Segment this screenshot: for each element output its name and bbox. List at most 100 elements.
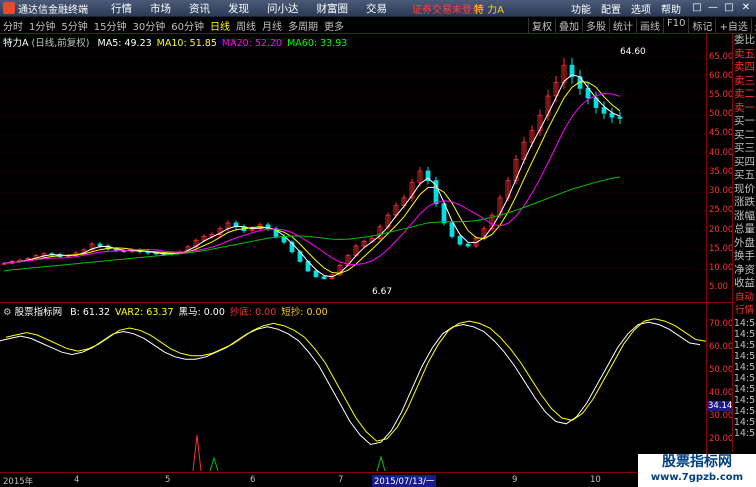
side-panel-label[interactable]: 现价 xyxy=(733,183,756,197)
menu-function[interactable]: 功能 xyxy=(566,1,596,16)
period-30min[interactable]: 30分钟 xyxy=(129,18,168,33)
indicator-info-line: ⚙ 股票指标网 B: 61.32 VAR2: 63.37 黑马: 0.00 抄底: 0… xyxy=(3,304,328,318)
side-panel-label[interactable]: 净资 xyxy=(733,264,756,278)
side-panel-label[interactable]: 收益 xyxy=(733,277,756,291)
side-panel-label[interactable]: 卖一 xyxy=(733,102,756,116)
date-label: 2015/07/13/一 xyxy=(372,475,437,487)
price-axis-label: 65.00 xyxy=(709,51,734,62)
period-multi[interactable]: 多周期 xyxy=(285,18,321,33)
menu-market-quotes[interactable]: 行情 xyxy=(102,1,141,16)
side-panel-label[interactable]: 买四 xyxy=(733,156,756,170)
side-panel-time: 14:5 xyxy=(733,427,756,439)
low-price-label: 6.67 xyxy=(372,287,392,297)
restore-icon[interactable]: □ xyxy=(690,2,704,14)
login-status[interactable]: 证券交易未登录 xyxy=(412,1,482,16)
tool-adjust[interactable]: 复权 xyxy=(528,17,555,33)
period-60min[interactable]: 60分钟 xyxy=(168,18,207,33)
quote-side-panel: 委比 卖五 卖四 卖三 卖二 卖一 买一 买二 买三 买四 买五 现价 涨跌 涨幅 总量 外盘 换手 净资 收益 自动… xyxy=(732,34,756,452)
period-15min[interactable]: 15分钟 xyxy=(91,18,130,33)
period-daily[interactable]: 日线 xyxy=(207,18,233,33)
candle xyxy=(457,235,463,245)
kline-chart[interactable]: 特力A (日线,前复权) MA5: 49.23 MA10: 51.85 MA20: … xyxy=(0,34,706,302)
app-logo-icon xyxy=(3,2,15,14)
tool-draw[interactable]: 画线 xyxy=(636,17,663,33)
side-panel-label[interactable]: 卖二 xyxy=(733,88,756,102)
date-axis: 2015年 4 5 6 7 2015/07/13/一 9 10 xyxy=(0,472,706,487)
menu-options[interactable]: 选项 xyxy=(626,1,656,16)
price-axis-label: 20.00 xyxy=(709,224,734,235)
price-axis-label: 40.00 xyxy=(709,147,734,158)
date-label: 9 xyxy=(512,475,518,485)
side-panel-label[interactable]: 买五 xyxy=(733,169,756,183)
period-monthly[interactable]: 月线 xyxy=(259,18,285,33)
period-1min[interactable]: 1分钟 xyxy=(26,18,58,33)
indicator-axis: 70.0060.0050.0040.0030.0020.0010.0034.14 xyxy=(706,302,734,472)
tool-back[interactable]: 返回 xyxy=(750,17,756,33)
ma-value-ma5: MA5: 49.23 xyxy=(97,38,152,49)
menu-ask[interactable]: 问小达 xyxy=(258,1,308,16)
tool-f10[interactable]: F10 xyxy=(663,17,688,33)
indicator-svg xyxy=(0,318,707,472)
chart-tools: 复权 叠加 多股 统计 画线 F10 标记 +自选 返回 xyxy=(528,17,756,33)
indicator-chart[interactable]: ⚙ 股票指标网 B: 61.32 VAR2: 63.37 黑马: 0.00 抄底: 0… xyxy=(0,302,707,472)
side-panel-time: 14:5 xyxy=(733,361,756,373)
price-axis-label: 30.00 xyxy=(709,186,734,197)
side-panel-label[interactable]: 卖三 xyxy=(733,75,756,89)
menu-market[interactable]: 市场 xyxy=(141,1,180,16)
side-panel-label[interactable]: 委比 xyxy=(733,34,756,48)
tool-add-watchlist[interactable]: +自选 xyxy=(715,17,750,33)
side-panel-time: 行情 xyxy=(734,305,754,316)
indicator-axis-label: 50.00 xyxy=(709,364,734,375)
tool-stats[interactable]: 统计 xyxy=(609,17,636,33)
indicator-name[interactable]: 股票指标网 xyxy=(15,307,63,318)
stock-label: 特力A xyxy=(3,38,29,49)
menu-discover[interactable]: 发现 xyxy=(219,1,258,16)
side-panel-label[interactable]: 涨幅 xyxy=(733,210,756,224)
side-panel-label[interactable]: 涨跌 xyxy=(733,196,756,210)
side-panel-label[interactable]: 买二 xyxy=(733,129,756,143)
kline-svg: 64.60 6.67 xyxy=(0,47,706,297)
high-price-label: 64.60 xyxy=(620,47,646,57)
menu-help[interactable]: 帮助 xyxy=(656,1,686,16)
close-icon[interactable]: ✕ xyxy=(739,2,753,14)
maximize-icon[interactable]: □ xyxy=(722,2,736,14)
side-panel-label[interactable]: 卖四 xyxy=(733,61,756,75)
period-5min[interactable]: 5分钟 xyxy=(58,18,90,33)
tool-overlay[interactable]: 叠加 xyxy=(555,17,582,33)
candle xyxy=(601,107,607,114)
side-panel-time: 14:5 xyxy=(733,394,756,406)
watermark-title: 股票指标网 xyxy=(662,454,732,470)
menu-news[interactable]: 资讯 xyxy=(180,1,219,16)
side-panel-time: 14:5 xyxy=(733,328,756,340)
menu-config[interactable]: 配置 xyxy=(596,1,626,16)
menu-wealth[interactable]: 财富圈 xyxy=(308,1,358,16)
period-weekly[interactable]: 周线 xyxy=(233,18,259,33)
side-panel-label[interactable]: 总量 xyxy=(733,223,756,237)
indicator-b-line xyxy=(0,321,701,446)
price-axis-label: 5.00 xyxy=(709,282,728,293)
side-panel-label[interactable]: 卖五 xyxy=(733,48,756,62)
ma-info-line: 特力A (日线,前复权) MA5: 49.23 MA10: 51.85 MA20: … xyxy=(3,35,347,49)
side-panel-label[interactable]: 买三 xyxy=(733,142,756,156)
period-more[interactable]: 更多 xyxy=(321,18,347,33)
indicator-var2-line xyxy=(5,318,707,442)
side-panel-time: 14:5 xyxy=(733,416,756,428)
period-intraday[interactable]: 分时 xyxy=(0,18,26,33)
ma-value-ma20: MA20: 52.20 xyxy=(221,38,283,49)
menu-trade[interactable]: 交易 xyxy=(357,1,396,16)
date-label: 7 xyxy=(338,475,344,485)
right-menu: 功能 配置 选项 帮助 xyxy=(566,1,686,16)
tool-multi-stock[interactable]: 多股 xyxy=(582,17,609,33)
indicator-value-3: 抄底: 0.00 xyxy=(229,307,277,318)
indicator-gear-icon[interactable]: ⚙ xyxy=(3,307,12,318)
side-panel-label[interactable]: 外盘 xyxy=(733,237,756,251)
candle xyxy=(313,270,319,278)
side-panel-time: 14:5 xyxy=(733,339,756,351)
side-panel-label[interactable]: 换手 xyxy=(733,250,756,264)
side-panel-time: 14:5 xyxy=(733,405,756,417)
minimize-icon[interactable]: — xyxy=(706,2,720,14)
tool-mark[interactable]: 标记 xyxy=(688,17,715,33)
price-axis: 65.00 60.00 55.00 50.00 45.00 40.00 35.00 30.00… xyxy=(706,34,734,302)
indicator-axis-label: 70.00 xyxy=(709,318,734,329)
side-panel-label[interactable]: 买一 xyxy=(733,115,756,129)
